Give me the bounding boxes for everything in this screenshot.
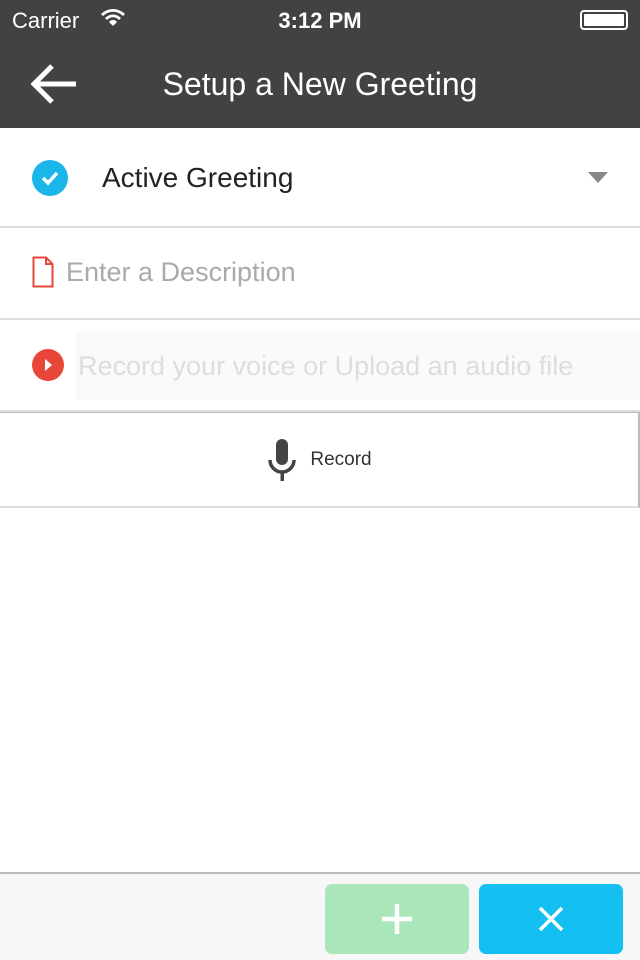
add-button[interactable]	[325, 884, 469, 954]
status-bar: Carrier 3:12 PM	[0, 0, 640, 40]
battery-icon	[580, 10, 628, 30]
audio-row	[0, 320, 640, 412]
nav-bar: Setup a New Greeting	[0, 40, 640, 128]
description-input[interactable]	[66, 250, 606, 294]
record-label: Record	[310, 448, 372, 470]
dropdown-caret-icon[interactable]	[588, 172, 608, 183]
microphone-icon	[268, 438, 297, 481]
clock: 3:12 PM	[278, 8, 362, 33]
greeting-type-select[interactable]: Active Greeting	[0, 130, 640, 228]
close-icon	[538, 906, 564, 932]
page-title: Setup a New Greeting	[162, 66, 478, 102]
bottom-toolbar	[0, 872, 640, 960]
top-bar: Carrier 3:12 PM Setup a New Greeting	[0, 0, 640, 128]
cancel-button[interactable]	[479, 884, 623, 954]
document-icon	[32, 256, 54, 288]
record-button[interactable]: Record	[0, 412, 640, 508]
greeting-type-value: Active Greeting	[102, 162, 294, 193]
description-row	[0, 228, 640, 320]
audio-input[interactable]	[76, 332, 640, 400]
check-circle-icon	[32, 160, 68, 196]
play-circle-icon	[32, 349, 64, 381]
plus-icon	[382, 904, 412, 934]
